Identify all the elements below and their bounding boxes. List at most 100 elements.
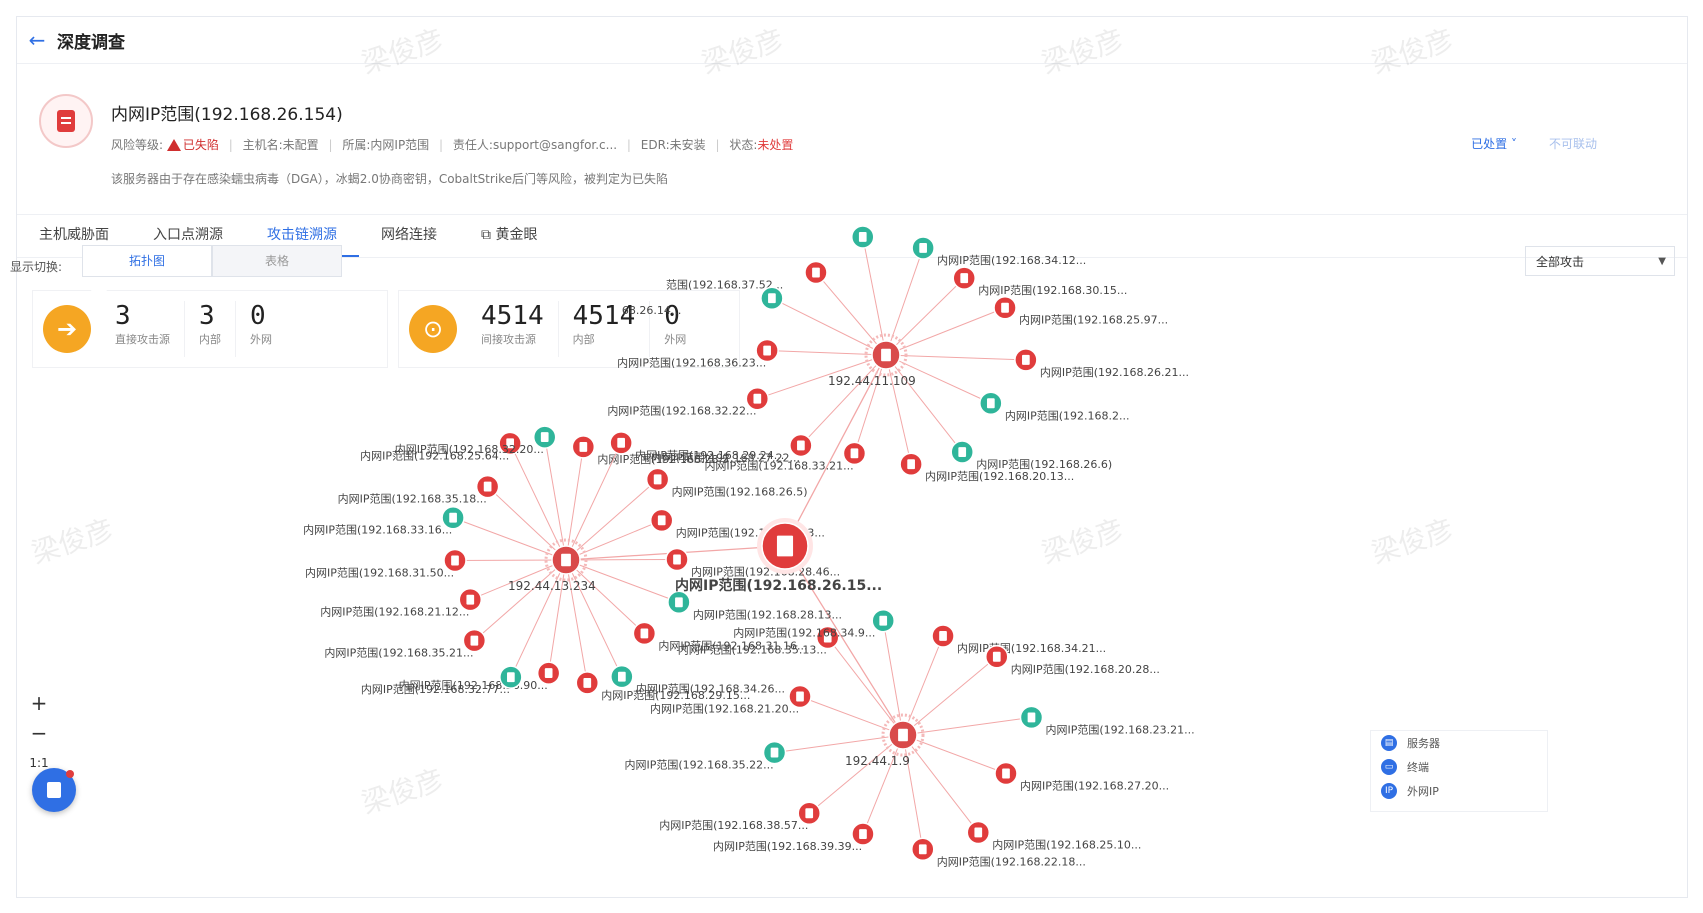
leaf-label: 内网IP范围(192.168.26.5) bbox=[672, 484, 808, 498]
edge-line bbox=[885, 247, 924, 356]
zoom-in-button[interactable]: + bbox=[24, 688, 54, 718]
leaf-node[interactable] bbox=[665, 547, 689, 572]
leaf-node[interactable] bbox=[645, 467, 670, 492]
edge-line bbox=[474, 559, 567, 642]
leaf-label: 内网IP范围(192.168.2... bbox=[1005, 408, 1130, 422]
leaf-node[interactable] bbox=[871, 608, 895, 633]
leaf-node[interactable] bbox=[911, 236, 935, 260]
leaf-node[interactable] bbox=[760, 286, 784, 310]
leaf-node[interactable] bbox=[899, 452, 923, 476]
edge-line bbox=[487, 486, 567, 561]
edge-line bbox=[565, 446, 584, 561]
edge-line bbox=[510, 559, 567, 678]
edge-line bbox=[565, 558, 678, 561]
legend-label: 外网IP bbox=[1407, 785, 1439, 798]
leaf-node[interactable] bbox=[610, 664, 634, 689]
leaf-label: 内网IP范围(192.168.35.13... bbox=[678, 643, 827, 657]
edge-line bbox=[565, 442, 622, 561]
leaf-label: 内网IP范围(192.168.39.39... bbox=[713, 839, 862, 853]
edge-line bbox=[767, 350, 887, 356]
edge-line bbox=[902, 635, 944, 736]
leaf-label: 内网IP范围(192.168.31.50... bbox=[305, 566, 454, 580]
leaf-label: 内网IP范围(192.168.22.18... bbox=[937, 854, 1086, 868]
leaf-label: 68.26.14... bbox=[622, 304, 681, 317]
leaf-label: 内网IP范围(192.168.25.10... bbox=[992, 837, 1141, 851]
hub-node[interactable] bbox=[888, 720, 918, 750]
leaf-node[interactable] bbox=[911, 837, 935, 862]
leaf-label: 内网IP范围(192.168.36.23... bbox=[617, 356, 766, 370]
edge-line bbox=[827, 637, 904, 736]
hub-node[interactable] bbox=[551, 545, 581, 575]
edge-line bbox=[885, 277, 965, 356]
leaf-label: 内网IP范围(192.168.20.28... bbox=[1011, 662, 1160, 676]
leaf-label: 内网IP范围(192.168.26.6) bbox=[976, 457, 1112, 471]
flag-icon bbox=[47, 782, 61, 798]
target-label: 内网IP范围(192.168.26.15... bbox=[675, 577, 882, 594]
edge-line bbox=[565, 478, 658, 561]
leaf-label: 内网IP范围(192.168.29.24... bbox=[635, 448, 784, 462]
legend-label: 终端 bbox=[1407, 761, 1429, 774]
leaf-label: 内网IP范围(192.168.32.22... bbox=[607, 404, 756, 418]
legend: ▤ 服务器 ▭ 终端 IP 外网IP bbox=[1370, 730, 1548, 812]
zoom-out-button[interactable]: − bbox=[24, 718, 54, 748]
leaf-node[interactable] bbox=[952, 266, 976, 290]
leaf-node[interactable] bbox=[609, 431, 633, 455]
edge-line bbox=[902, 734, 979, 833]
leaf-label: 内网IP范围(192.168.23.21... bbox=[1045, 722, 1194, 736]
leaf-node[interactable] bbox=[667, 590, 691, 615]
leaf-node[interactable] bbox=[575, 671, 600, 695]
leaf-label: 内网IP范围(192.168.33.16... bbox=[303, 523, 452, 537]
server-icon: ▤ bbox=[1381, 735, 1397, 751]
leaf-node[interactable] bbox=[649, 508, 674, 533]
hub-label: 192.44.11.109 bbox=[828, 374, 916, 388]
leaf-node[interactable] bbox=[632, 621, 657, 646]
leaf-node[interactable] bbox=[994, 761, 1018, 786]
edge-line bbox=[862, 236, 887, 356]
legend-item: IP 外网IP bbox=[1371, 779, 1547, 803]
leaf-label: 内网IP范围(192.168.32.20... bbox=[395, 442, 544, 456]
terminal-icon: ▭ bbox=[1381, 759, 1397, 775]
leaf-node[interactable] bbox=[979, 391, 1003, 416]
leaf-node[interactable] bbox=[985, 645, 1009, 669]
leaf-node[interactable] bbox=[804, 260, 828, 285]
ip-icon: IP bbox=[1381, 783, 1397, 799]
leaf-label: 内网IP范围(192.168.35.22... bbox=[625, 758, 774, 772]
edge-line bbox=[800, 354, 887, 446]
leaf-label: 内网IP范围(192.168.28.13... bbox=[693, 607, 842, 621]
leaf-node[interactable] bbox=[950, 440, 974, 464]
leaf-node[interactable] bbox=[571, 435, 596, 459]
leaf-label: 内网IP范围(192.168.32.77... bbox=[361, 682, 510, 696]
leaf-node[interactable] bbox=[966, 820, 991, 845]
hub-label: 192.44.13.234 bbox=[508, 579, 596, 593]
edge-line bbox=[544, 437, 567, 561]
edge-line bbox=[815, 272, 887, 356]
leaf-node[interactable] bbox=[1019, 705, 1044, 730]
edge-line bbox=[862, 734, 904, 835]
leaf-label: 内网IP范围(192.168.34.12... bbox=[937, 253, 1086, 267]
target-node[interactable] bbox=[761, 522, 809, 570]
leaf-node[interactable] bbox=[993, 295, 1017, 320]
legend-label: 服务器 bbox=[1407, 737, 1440, 750]
legend-item: ▭ 终端 bbox=[1371, 755, 1547, 779]
leaf-label: 内网IP范围(192.168.34.9... bbox=[733, 626, 875, 640]
edge-line bbox=[565, 559, 645, 634]
leaf-label: 内网IP范围(192.168.28.46... bbox=[691, 564, 840, 578]
leaf-label: 内网IP范围(192.168.20.13... bbox=[925, 469, 1074, 483]
edge-line bbox=[565, 519, 662, 561]
leaf-label: 内网IP范围(192.168.27.20... bbox=[1020, 779, 1169, 793]
legend-item: ▤ 服务器 bbox=[1371, 731, 1547, 755]
leaf-label: 内网IP范围(192.168.38.57... bbox=[659, 818, 808, 832]
edge-line bbox=[902, 656, 998, 736]
leaf-node[interactable] bbox=[851, 225, 875, 249]
leaf-node[interactable] bbox=[931, 624, 955, 648]
notification-dot bbox=[66, 770, 74, 778]
hub-node[interactable] bbox=[871, 340, 901, 370]
leaf-label: 内网IP范围(192.168.25.97... bbox=[1019, 313, 1168, 327]
leaf-label: 内网IP范围(192.168.29.15... bbox=[601, 688, 750, 702]
leaf-label: 内网IP范围(192.168.35.18... bbox=[338, 492, 487, 506]
leaf-node[interactable] bbox=[1014, 348, 1038, 372]
feedback-button[interactable] bbox=[32, 768, 76, 812]
edge-line bbox=[882, 620, 904, 736]
leaf-label: 内网IP范围(192.168.21.20... bbox=[650, 701, 799, 715]
leaf-label: 内网IP范围(192.168.30.15... bbox=[978, 283, 1127, 297]
